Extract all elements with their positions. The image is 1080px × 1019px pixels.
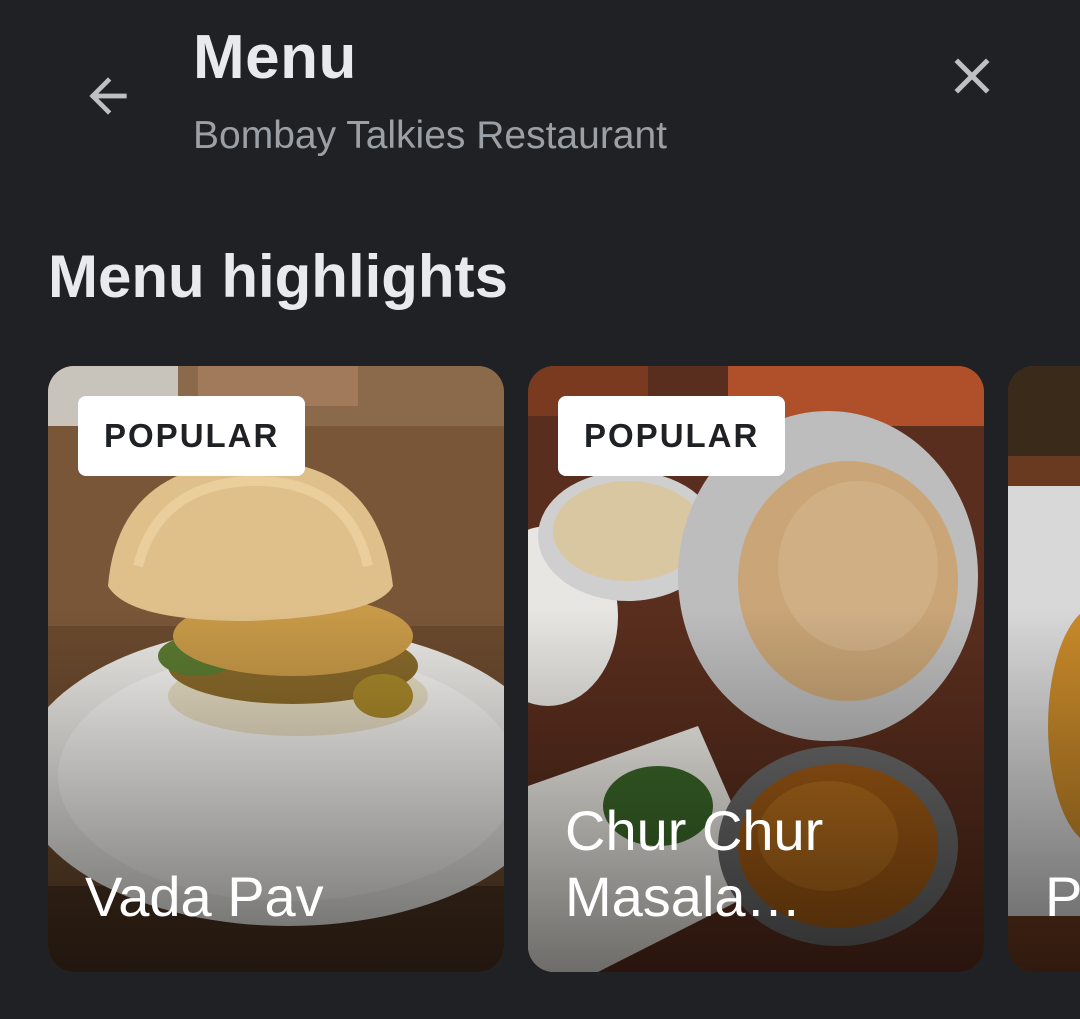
page-title: Menu (193, 23, 357, 92)
section-title: Menu highlights (48, 243, 508, 310)
menu-screen: Menu Bombay Talkies Restaurant Menu high… (0, 0, 1080, 1019)
popular-badge: POPULAR (558, 396, 786, 476)
dish-name: P (1045, 865, 1080, 928)
close-icon (954, 58, 990, 94)
header: Menu Bombay Talkies Restaurant (0, 0, 1080, 184)
menu-highlights-carousel[interactable]: POPULAR Vada Pav POPULAR Chur Chur Masal… (0, 366, 1080, 972)
restaurant-name: Bombay Talkies Restaurant (193, 114, 668, 157)
popular-badge: POPULAR (78, 396, 306, 476)
dish-name: Chur Chur Masala… (565, 799, 824, 928)
menu-card-partial[interactable]: P (1008, 366, 1080, 972)
menu-card-vada-pav[interactable]: POPULAR Vada Pav (48, 366, 504, 972)
dish-name: Vada Pav (85, 865, 324, 928)
arrow-left-icon (89, 77, 127, 115)
close-button[interactable] (934, 38, 1010, 114)
menu-card-chur-chur-masala[interactable]: POPULAR Chur Chur Masala… (528, 366, 984, 972)
back-button[interactable] (70, 58, 146, 134)
